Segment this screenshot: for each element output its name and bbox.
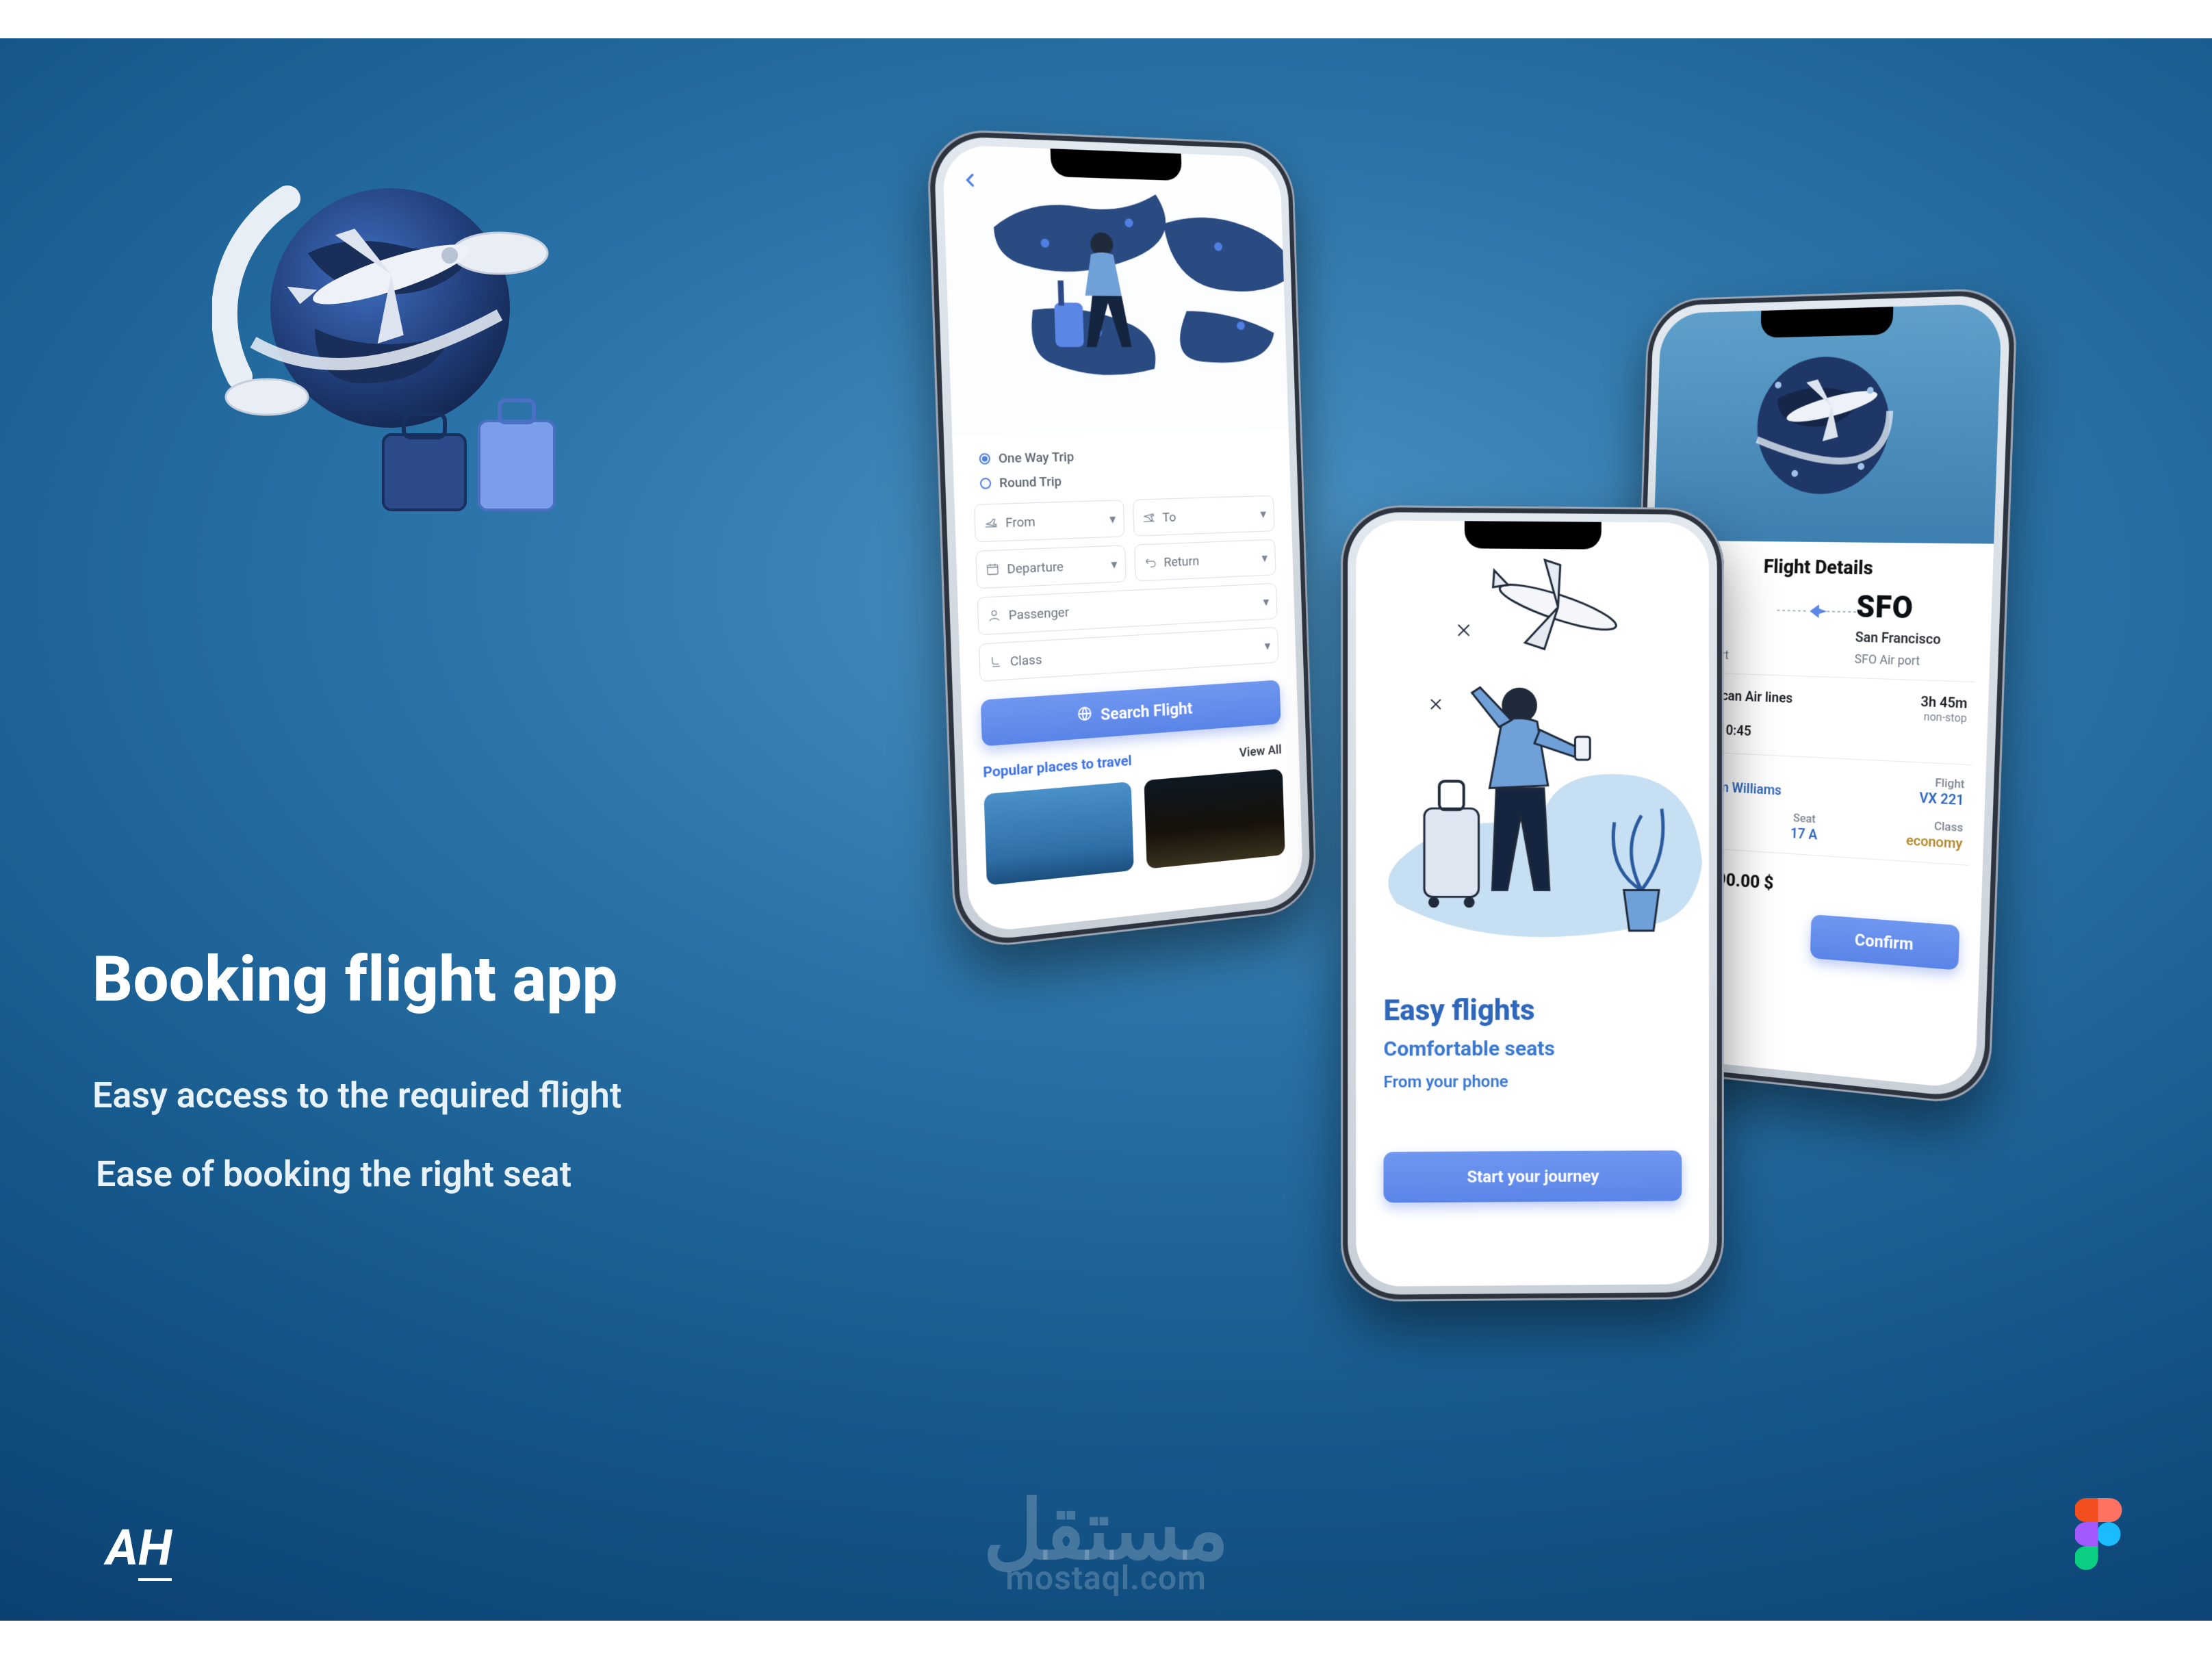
mostaql-watermark: مستقل mostaql.com	[983, 1490, 1229, 1597]
chevron-down-icon: ▾	[1261, 550, 1268, 565]
field-label: Return	[1163, 552, 1199, 569]
phone-mockup-onboarding: Easy flights Comfortable seats From your…	[1341, 505, 1724, 1302]
button-label: Search Flight	[1100, 699, 1192, 725]
departure-field[interactable]: Departure ▾	[975, 545, 1126, 589]
button-label: Start your journey	[1467, 1167, 1599, 1187]
duration: 3h 45m	[1920, 693, 1968, 712]
hero-subtitle: Easy access to the required flight	[92, 1075, 621, 1116]
class-value: economy	[1906, 832, 1963, 852]
chevron-down-icon: ▾	[1111, 556, 1118, 571]
plane-takeoff-icon	[983, 515, 999, 530]
designer-logo: AH	[106, 1519, 172, 1577]
field-label: Departure	[1007, 558, 1064, 576]
chevron-down-icon: ▾	[1109, 511, 1116, 526]
phone-mockup-search: One Way Trip Round Trip From ▾ To ▾	[926, 128, 1317, 951]
phone-notch	[1051, 149, 1182, 181]
hero-illustration	[212, 171, 595, 527]
flight-number: VX 221	[1919, 789, 1964, 808]
seat-value: 17 A	[1790, 825, 1817, 843]
class-field[interactable]: Class ▾	[979, 627, 1279, 682]
hero-subtitle: Ease of booking the right seat	[96, 1153, 571, 1195]
view-all-link[interactable]: View All	[1239, 741, 1282, 760]
promo-slide: Booking flight app Easy access to the re…	[0, 0, 2212, 1659]
person-icon	[986, 607, 1002, 623]
hero-title: Booking flight app	[92, 943, 618, 1016]
to-port: SFO Air port	[1854, 652, 1969, 670]
popular-card[interactable]	[1144, 769, 1285, 869]
onboarding-tagline: From your phone	[1383, 1071, 1682, 1092]
return-field[interactable]: Return ▾	[1134, 539, 1276, 582]
confirm-button[interactable]: Confirm	[1810, 914, 1960, 970]
field-label: To	[1162, 509, 1176, 524]
back-icon[interactable]	[961, 170, 979, 192]
letterbox	[0, 1621, 2212, 1659]
details-header-illustration	[1654, 303, 2002, 543]
route-plane-icon	[1777, 587, 1857, 626]
popular-card[interactable]	[983, 782, 1133, 886]
to-code: SFO	[1855, 589, 1971, 627]
return-icon	[1143, 554, 1157, 570]
onboarding-illustration	[1356, 520, 1709, 987]
figma-icon	[2075, 1498, 2123, 1570]
search-header-illustration	[942, 144, 1288, 435]
onboarding-subheading: Comfortable seats	[1383, 1036, 1682, 1061]
radio-icon	[979, 453, 990, 465]
button-label: Confirm	[1855, 930, 1914, 954]
radio-label: Round Trip	[999, 473, 1062, 491]
passenger-field[interactable]: Passenger ▾	[977, 583, 1278, 635]
from-field[interactable]: From ▾	[974, 500, 1125, 542]
field-label: Class	[1010, 651, 1042, 669]
start-journey-button[interactable]: Start your journey	[1383, 1150, 1682, 1203]
seat-icon	[988, 654, 1004, 670]
phone-notch	[1465, 521, 1602, 549]
chevron-down-icon: ▾	[1263, 593, 1269, 609]
to-field[interactable]: To ▾	[1133, 496, 1274, 537]
to-city: San Francisco	[1855, 628, 1970, 648]
plane-landing-icon	[1142, 510, 1156, 526]
stops: non-stop	[1920, 710, 1967, 725]
onboarding-heading: Easy flights	[1383, 994, 1682, 1028]
calendar-icon	[985, 561, 1001, 578]
globe-icon	[1077, 705, 1093, 727]
chevron-down-icon: ▾	[1264, 637, 1270, 653]
radio-label: One Way Trip	[998, 449, 1074, 467]
phone-notch	[1760, 307, 1893, 338]
letterbox	[0, 0, 2212, 38]
field-label: From	[1005, 513, 1036, 530]
field-label: Passenger	[1008, 604, 1069, 623]
price-value: 90.00 $	[1716, 869, 1774, 893]
seat-label: Seat	[1790, 811, 1818, 826]
radio-icon	[980, 477, 992, 489]
chevron-down-icon: ▾	[1260, 506, 1266, 522]
